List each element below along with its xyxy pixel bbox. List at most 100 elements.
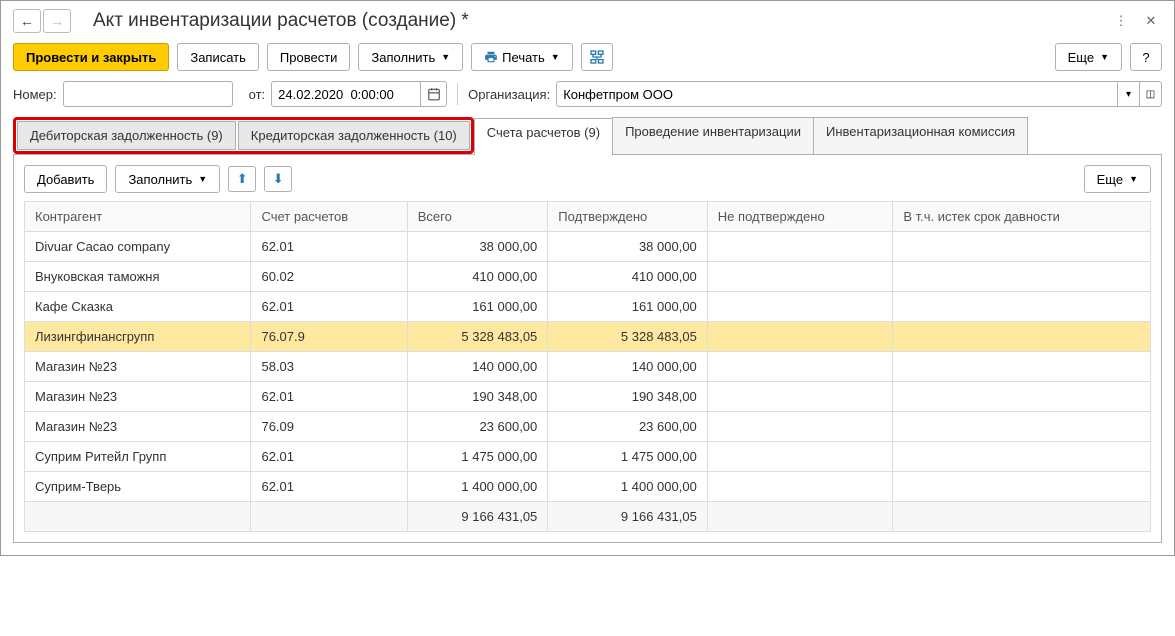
table-row[interactable]: Divuar Cacao company62.0138 000,0038 000…: [25, 232, 1151, 262]
printer-icon: [484, 50, 498, 64]
cell-counterparty: Магазин №23: [25, 382, 251, 412]
cell-account: 62.01: [251, 292, 407, 322]
cell-unconfirmed: [707, 352, 893, 382]
cell-expired: [893, 322, 1151, 352]
col-confirmed[interactable]: Подтверждено: [548, 202, 708, 232]
col-account[interactable]: Счет расчетов: [251, 202, 407, 232]
kebab-icon[interactable]: ⋮: [1110, 10, 1132, 32]
open-icon: ◫: [1146, 89, 1155, 100]
cell-unconfirmed: [707, 292, 893, 322]
cell-counterparty: Суприм Ритейл Групп: [25, 442, 251, 472]
cell-unconfirmed: [707, 472, 893, 502]
cell-expired: [893, 232, 1151, 262]
cell-account: 62.01: [251, 472, 407, 502]
cell-confirmed: 140 000,00: [548, 352, 708, 382]
col-total[interactable]: Всего: [407, 202, 548, 232]
table-row[interactable]: Внуковская таможня60.02410 000,00410 000…: [25, 262, 1151, 292]
cell-expired: [893, 292, 1151, 322]
cell-expired: [893, 382, 1151, 412]
from-label: от:: [249, 87, 266, 102]
cell-confirmed: 38 000,00: [548, 232, 708, 262]
table-row[interactable]: Суприм-Тверь62.011 400 000,001 400 000,0…: [25, 472, 1151, 502]
table-row[interactable]: Магазин №2362.01190 348,00190 348,00: [25, 382, 1151, 412]
caret-down-icon: ▼: [1100, 52, 1109, 62]
close-icon[interactable]: ✕: [1140, 10, 1162, 32]
date-input[interactable]: [271, 81, 421, 107]
table-row[interactable]: Лизингфинансгрупп76.07.95 328 483,055 32…: [25, 322, 1151, 352]
totals-row: 9 166 431,05 9 166 431,05: [25, 502, 1151, 532]
add-button[interactable]: Добавить: [24, 165, 107, 193]
tab-accounts[interactable]: Счета расчетов (9): [474, 118, 613, 155]
table-row[interactable]: Кафе Сказка62.01161 000,00161 000,00: [25, 292, 1151, 322]
cell-account: 62.01: [251, 382, 407, 412]
confirmed-sum: 9 166 431,05: [548, 502, 708, 532]
cell-account: 58.03: [251, 352, 407, 382]
page-title: Акт инвентаризации расчетов (создание) *: [93, 10, 1102, 32]
tabs: Дебиторская задолженность (9) Кредиторск…: [13, 117, 1162, 155]
cell-total: 161 000,00: [407, 292, 548, 322]
cell-total: 23 600,00: [407, 412, 548, 442]
fill-sub-button[interactable]: Заполнить▼: [115, 165, 220, 193]
highlight-box: Дебиторская задолженность (9) Кредиторск…: [13, 117, 474, 154]
cell-unconfirmed: [707, 262, 893, 292]
cell-counterparty: Суприм-Тверь: [25, 472, 251, 502]
move-up-button[interactable]: ⬆: [228, 166, 256, 192]
divider: [457, 83, 458, 105]
move-down-button[interactable]: ⬇: [264, 166, 292, 192]
cell-confirmed: 161 000,00: [548, 292, 708, 322]
cell-counterparty: Магазин №23: [25, 412, 251, 442]
cell-confirmed: 23 600,00: [548, 412, 708, 442]
col-expired[interactable]: В т.ч. истек срок давности: [893, 202, 1151, 232]
structure-icon: [589, 49, 605, 65]
more-button[interactable]: Еще▼: [1055, 43, 1122, 71]
cell-confirmed: 410 000,00: [548, 262, 708, 292]
cell-unconfirmed: [707, 382, 893, 412]
cell-counterparty: Магазин №23: [25, 352, 251, 382]
cell-total: 38 000,00: [407, 232, 548, 262]
cell-total: 1 400 000,00: [407, 472, 548, 502]
cell-confirmed: 5 328 483,05: [548, 322, 708, 352]
cell-unconfirmed: [707, 442, 893, 472]
organization-input[interactable]: [556, 81, 1118, 107]
more-sub-button[interactable]: Еще▼: [1084, 165, 1151, 193]
col-counterparty[interactable]: Контрагент: [25, 202, 251, 232]
tab-credit[interactable]: Кредиторская задолженность (10): [238, 121, 470, 150]
forward-button[interactable]: →: [43, 9, 71, 33]
post-button[interactable]: Провести: [267, 43, 351, 71]
tab-debit[interactable]: Дебиторская задолженность (9): [17, 121, 236, 150]
cell-account: 62.01: [251, 442, 407, 472]
cell-expired: [893, 262, 1151, 292]
dropdown-button[interactable]: ▾: [1118, 81, 1140, 107]
cell-counterparty: Внуковская таможня: [25, 262, 251, 292]
table-row[interactable]: Магазин №2376.0923 600,0023 600,00: [25, 412, 1151, 442]
print-button[interactable]: Печать▼: [471, 43, 573, 71]
cell-counterparty: Divuar Cacao company: [25, 232, 251, 262]
cell-account: 60.02: [251, 262, 407, 292]
caret-down-icon: ▼: [198, 174, 207, 184]
number-label: Номер:: [13, 87, 57, 102]
calendar-button[interactable]: [421, 81, 447, 107]
post-close-button[interactable]: Провести и закрыть: [13, 43, 169, 71]
back-button[interactable]: ←: [13, 9, 41, 33]
table-row[interactable]: Магазин №2358.03140 000,00140 000,00: [25, 352, 1151, 382]
col-unconfirmed[interactable]: Не подтверждено: [707, 202, 893, 232]
cell-expired: [893, 472, 1151, 502]
structure-button[interactable]: [581, 43, 613, 71]
cell-total: 140 000,00: [407, 352, 548, 382]
help-button[interactable]: ?: [1130, 43, 1162, 71]
open-button[interactable]: ◫: [1140, 81, 1162, 107]
table-row[interactable]: Суприм Ритейл Групп62.011 475 000,001 47…: [25, 442, 1151, 472]
cell-unconfirmed: [707, 322, 893, 352]
caret-down-icon: ▼: [1129, 174, 1138, 184]
caret-down-icon: ▼: [441, 52, 450, 62]
cell-expired: [893, 442, 1151, 472]
cell-unconfirmed: [707, 232, 893, 262]
caret-down-icon: ▾: [1126, 89, 1131, 100]
fill-button[interactable]: Заполнить▼: [358, 43, 463, 71]
tab-commission[interactable]: Инвентаризационная комиссия: [813, 117, 1028, 154]
write-button[interactable]: Записать: [177, 43, 259, 71]
number-input[interactable]: [63, 81, 233, 107]
cell-expired: [893, 412, 1151, 442]
tab-procedure[interactable]: Проведение инвентаризации: [612, 117, 814, 154]
arrow-up-icon: ⬆: [237, 171, 248, 187]
